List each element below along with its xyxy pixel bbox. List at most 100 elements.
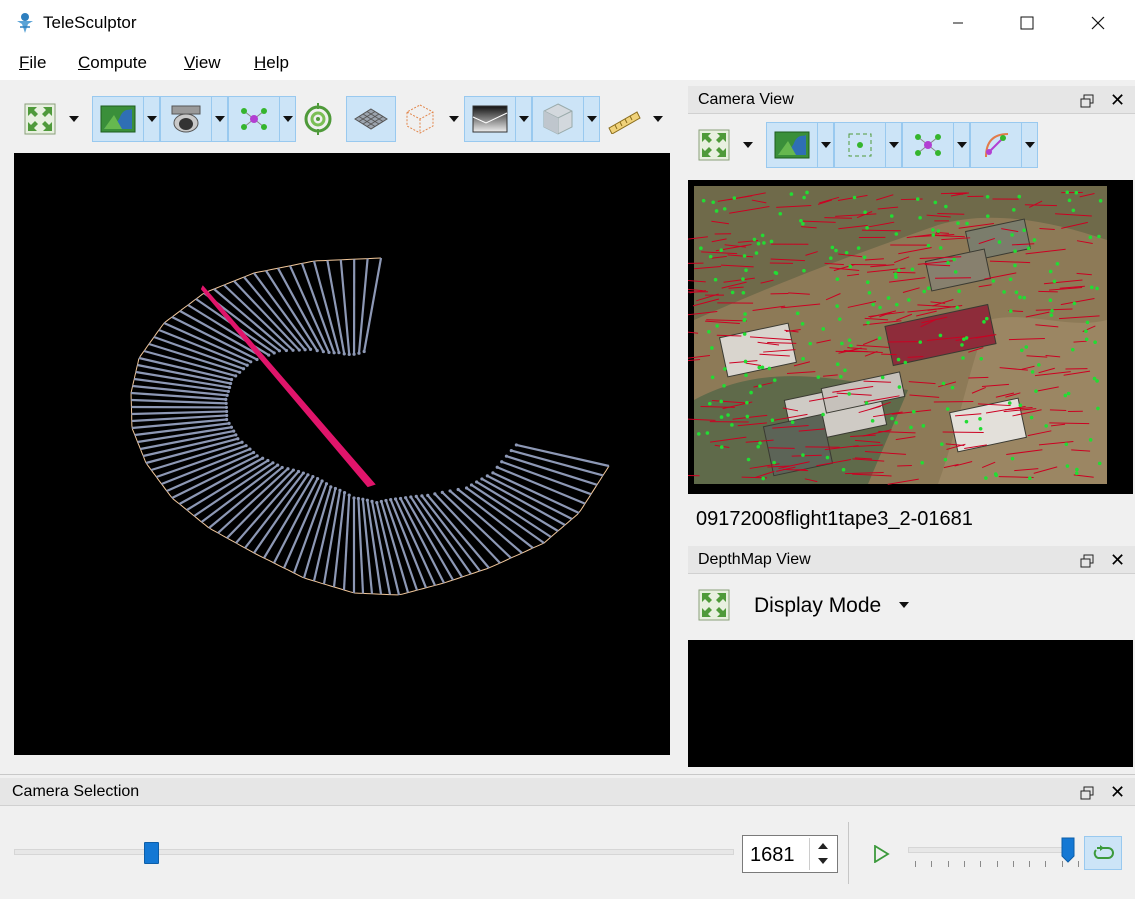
camera-dropdown[interactable]	[212, 96, 228, 142]
menu-compute[interactable]: Compute	[78, 53, 147, 73]
image-toggle-button[interactable]	[92, 96, 144, 142]
camera-frustum-tip	[375, 501, 379, 505]
spin-down-icon[interactable]	[818, 858, 828, 864]
camera-frustum-tip	[347, 493, 351, 497]
depthmap-view[interactable]	[688, 640, 1133, 767]
loop-button[interactable]	[1084, 836, 1122, 870]
close-icon[interactable]: ✕	[1110, 551, 1125, 569]
roi-box-dropdown[interactable]	[446, 101, 462, 137]
image-dropdown[interactable]	[144, 96, 160, 142]
camera-frustum-tip	[420, 494, 424, 498]
menu-view[interactable]: View	[184, 53, 221, 73]
roi-box-button[interactable]	[402, 101, 438, 137]
ground-plane-toggle-button[interactable]	[346, 96, 396, 142]
feature-point	[979, 356, 983, 361]
camera-frustum-tip	[249, 360, 253, 364]
camera-frustum-tip	[448, 489, 452, 493]
reset-view-button[interactable]	[22, 101, 58, 137]
camera-frustum-tip	[327, 350, 331, 355]
camera-frustum-tip	[342, 352, 346, 356]
ground-control-button[interactable]	[300, 101, 336, 137]
landmarks-toggle-button[interactable]	[228, 96, 280, 142]
feature-point	[943, 457, 948, 462]
feature-point	[897, 385, 902, 389]
residual-track	[768, 447, 795, 449]
minimize-button[interactable]	[935, 0, 981, 46]
feature-point	[1017, 194, 1022, 199]
float-icon[interactable]	[1080, 554, 1094, 568]
feature-point	[1063, 393, 1068, 398]
feature-point	[799, 218, 803, 223]
camera-frustum-tip	[504, 454, 509, 458]
residuals-dropdown[interactable]	[1022, 122, 1038, 168]
feature-point	[880, 375, 885, 380]
landmarks-toggle-button[interactable]	[902, 122, 954, 168]
feature-points-toggle-button[interactable]	[834, 122, 886, 168]
volume-icon	[543, 103, 573, 135]
frame-spinbox[interactable]: 1681	[742, 835, 838, 873]
camera-frustum-tip	[280, 465, 284, 470]
camera-frustum-tip	[261, 456, 265, 460]
reset-view-button[interactable]	[696, 587, 732, 623]
world-view[interactable]	[14, 153, 670, 755]
feature-point	[982, 320, 986, 324]
feature-point	[1008, 309, 1013, 313]
camera-image-view[interactable]	[664, 180, 1133, 494]
volume-dropdown[interactable]	[584, 96, 600, 142]
reset-view-dropdown[interactable]	[66, 101, 82, 137]
play-icon[interactable]	[872, 845, 890, 863]
feature-point	[708, 401, 712, 406]
feature-point	[772, 460, 776, 465]
frame-value[interactable]: 1681	[750, 844, 795, 867]
feature-point	[722, 207, 727, 211]
menu-file[interactable]: File	[19, 53, 46, 73]
display-mode-button[interactable]: Display Mode	[754, 594, 881, 618]
frame-slider-track[interactable]	[14, 849, 734, 855]
camera-toggle-button[interactable]	[160, 96, 212, 142]
feature-point	[801, 453, 805, 457]
feature-point	[985, 194, 990, 199]
feature-point	[1074, 471, 1079, 476]
feature-point	[1096, 406, 1100, 411]
close-button[interactable]	[1075, 0, 1121, 46]
feature-point	[722, 383, 726, 388]
residuals-toggle-button[interactable]	[970, 122, 1022, 168]
landmarks-dropdown[interactable]	[280, 96, 296, 142]
feature-point	[745, 414, 750, 419]
frame-slider-handle[interactable]	[143, 842, 159, 864]
depth-map-toggle-button[interactable]	[464, 96, 516, 142]
volume-toggle-button[interactable]	[532, 96, 584, 142]
playback-speed-handle[interactable]	[1061, 837, 1075, 863]
feature-point	[719, 445, 724, 449]
spin-up-icon[interactable]	[818, 843, 828, 849]
residual-track	[942, 431, 984, 433]
feature-point	[931, 233, 936, 237]
image-toggle-button[interactable]	[766, 122, 818, 168]
float-icon[interactable]	[1080, 786, 1094, 800]
menu-help[interactable]: Help	[254, 53, 289, 73]
depth-map-dropdown[interactable]	[516, 96, 532, 142]
camera-frustum-tip	[389, 498, 393, 502]
landmarks-dropdown[interactable]	[954, 122, 970, 168]
feature-point	[1020, 348, 1024, 353]
feature-points-dropdown[interactable]	[886, 122, 902, 168]
float-icon[interactable]	[1080, 94, 1094, 108]
feature-point	[1013, 249, 1017, 253]
ruler-dropdown[interactable]	[650, 101, 666, 137]
maximize-button[interactable]	[1004, 0, 1050, 46]
reset-view-button[interactable]	[696, 127, 732, 163]
close-icon[interactable]: ✕	[1110, 783, 1125, 801]
close-icon[interactable]: ✕	[1110, 91, 1125, 109]
feature-point	[708, 254, 713, 259]
feature-point	[841, 467, 846, 472]
playback-speed-slider[interactable]	[908, 847, 1068, 853]
camera-frustum-tip	[440, 490, 444, 494]
title-bar: TeleSculptor	[0, 0, 1135, 46]
chevron-down-icon[interactable]	[899, 602, 909, 608]
image-dropdown[interactable]	[818, 122, 834, 168]
reset-view-dropdown[interactable]	[740, 127, 756, 163]
camera-frustum-tip	[277, 349, 281, 353]
camera-frustum-tip	[240, 440, 244, 444]
camera-frustum-tip	[311, 474, 315, 479]
ruler-button[interactable]	[606, 101, 642, 137]
